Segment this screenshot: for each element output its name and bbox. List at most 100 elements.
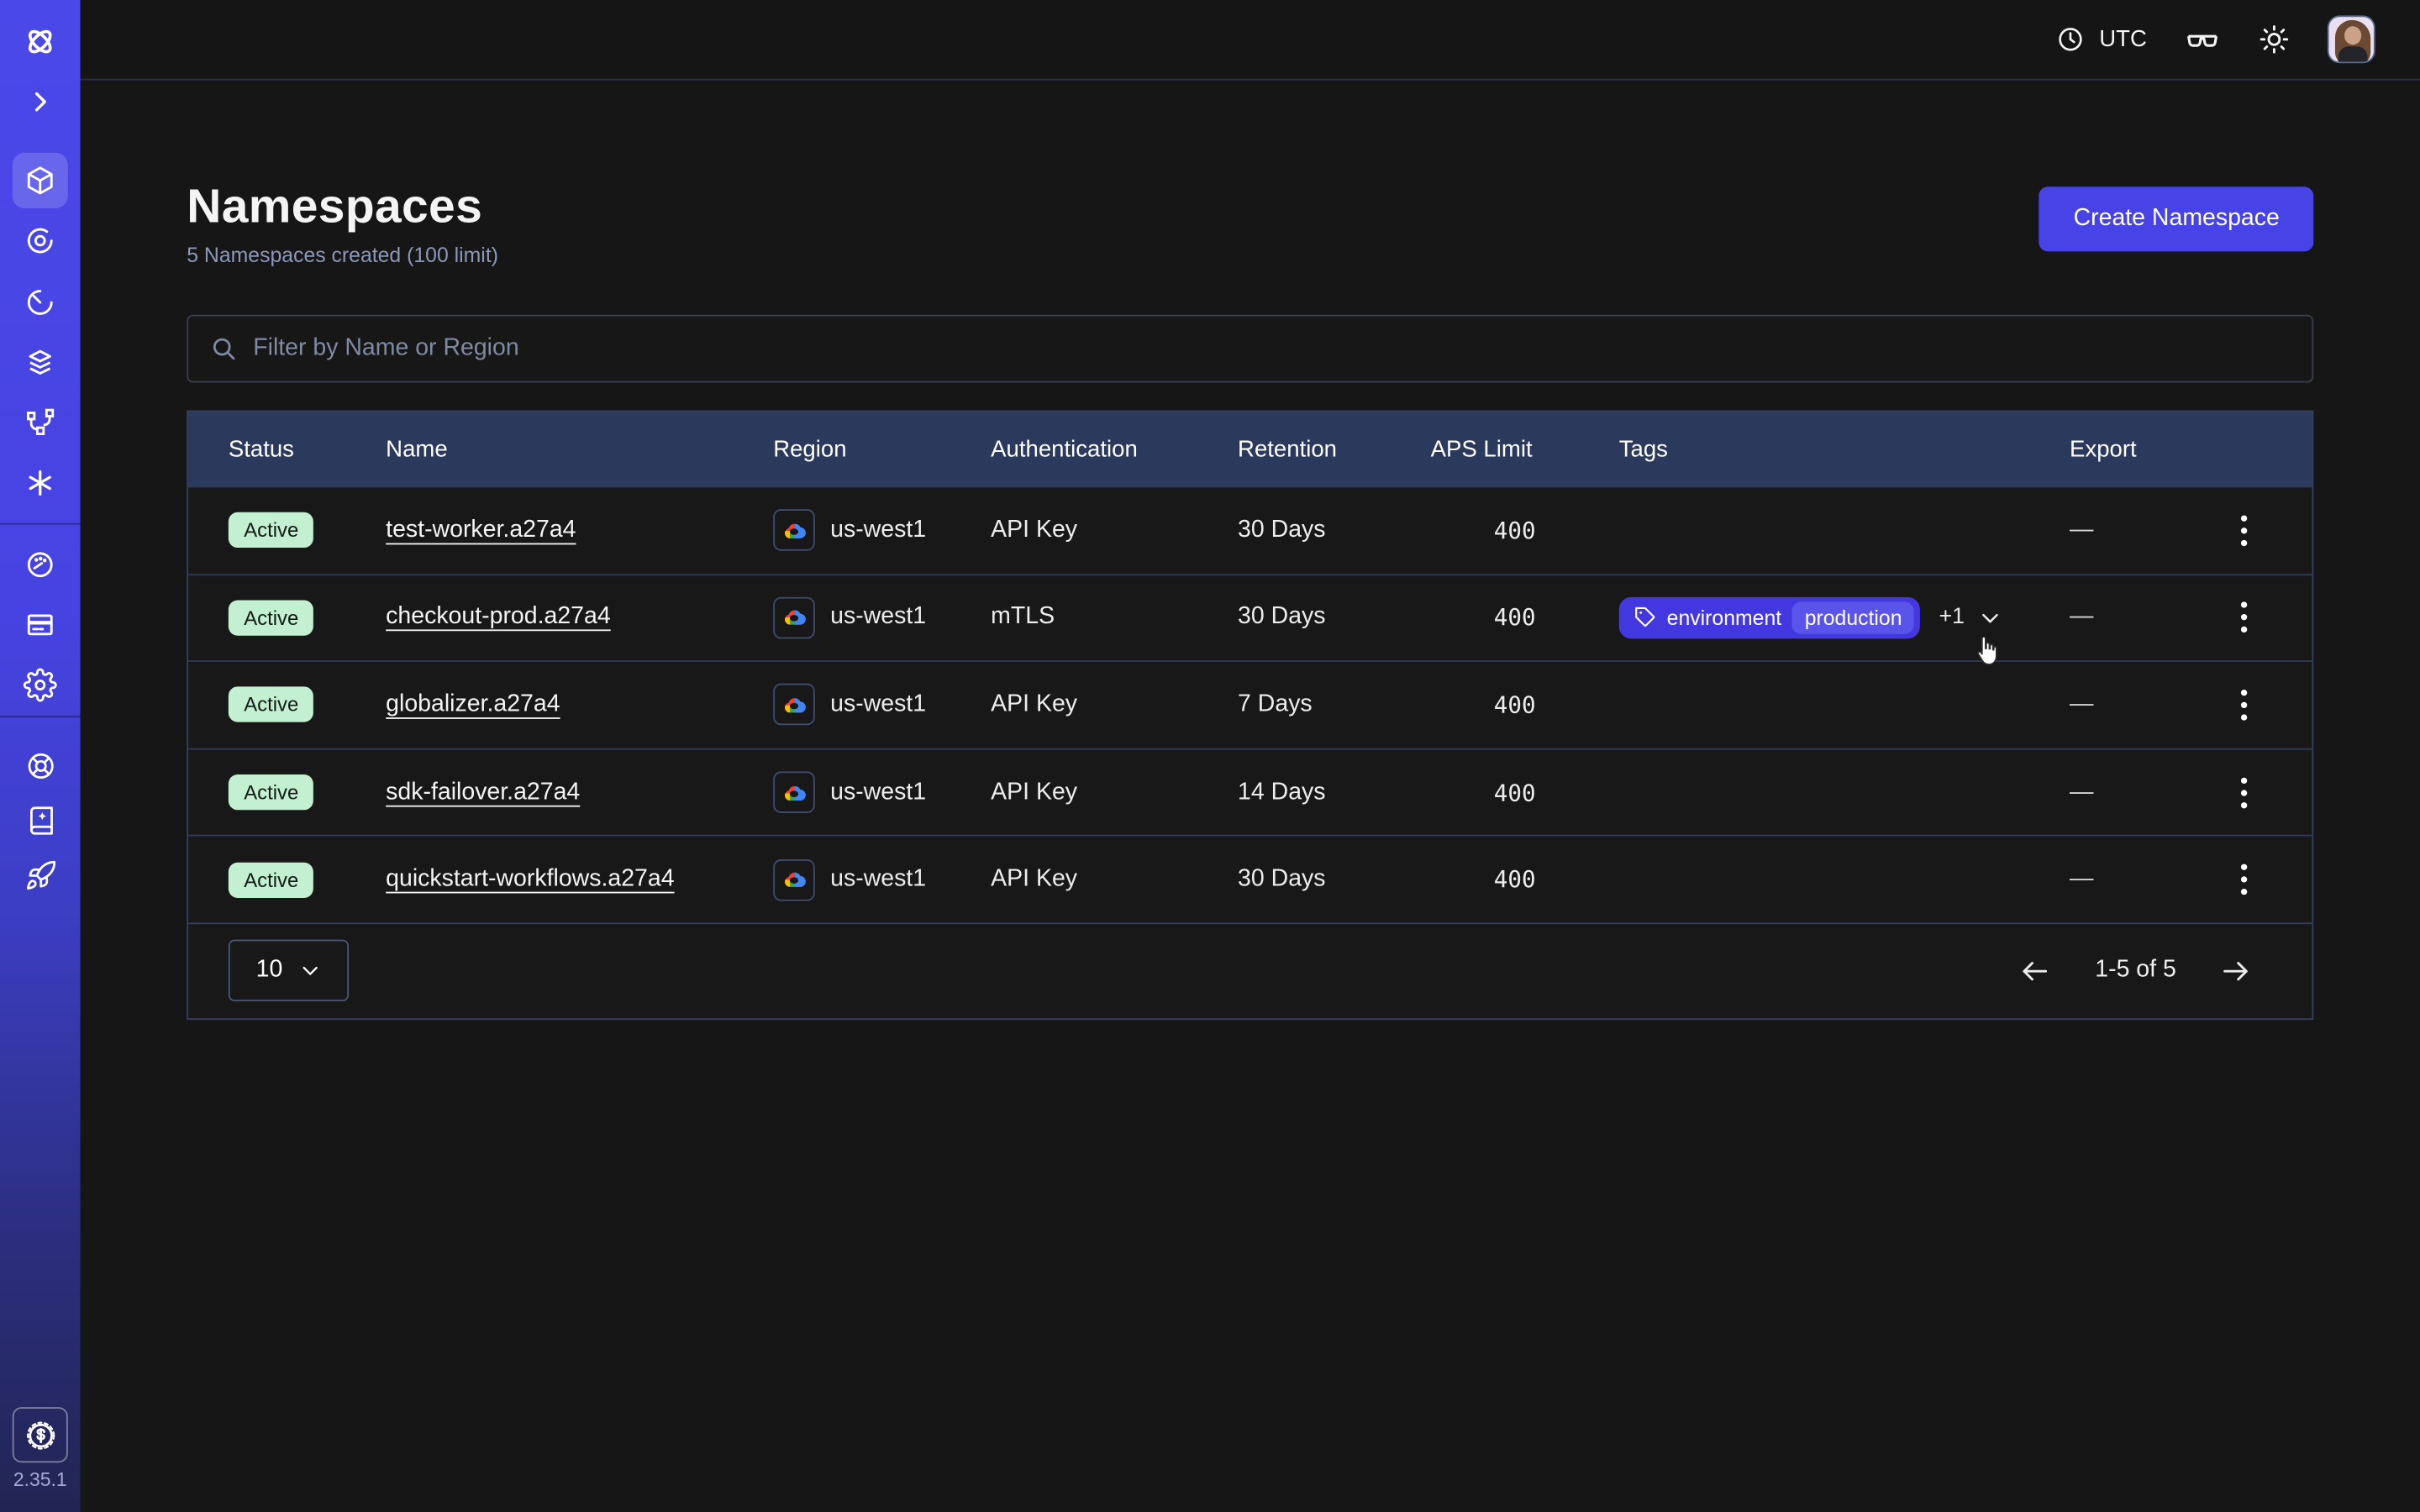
kebab-menu-icon[interactable] [2235,858,2254,901]
namespace-link[interactable]: quickstart-workflows.a27a4 [386,866,674,894]
authentication-cell: API Key [950,517,1197,544]
next-page-button[interactable] [2219,955,2252,988]
arrow-left-icon [2019,955,2052,988]
sidebar-item-deployments[interactable] [13,335,68,391]
namespace-link[interactable]: globalizer.a27a4 [386,691,560,719]
column-header-aps-limit: APS Limit [1391,436,1579,462]
sidebar-expand-button[interactable] [13,74,68,129]
search-icon [210,335,238,363]
export-value: — [2070,691,2093,719]
export-value: — [2070,866,2093,894]
table-row[interactable]: Active quickstart-workflows.a27a4 us-west1… [188,835,2312,922]
tag-icon [1634,607,1656,629]
region-label: us-west1 [830,604,926,632]
kebab-menu-icon[interactable] [2235,509,2254,552]
aps-limit-cell: 400 [1391,517,1579,544]
authentication-cell: API Key [950,866,1197,894]
cube-icon [24,164,57,197]
sidebar-divider [0,523,81,525]
topbar: UTC [81,0,2420,81]
status-cell: Active [188,774,345,810]
sidebar-item-getting-started[interactable] [13,847,68,902]
kebab-menu-icon[interactable] [2235,596,2254,639]
sidebar-item-settings[interactable] [13,657,68,712]
namespaces-table: Status Name Region Authentication Retent… [187,411,2313,1020]
status-cell: Active [188,862,345,897]
table-footer: 10 1-5 of 5 [188,922,2312,1018]
name-cell: sdk-failover.a27a4 [345,779,733,806]
namespace-link[interactable]: checkout-prod.a27a4 [386,604,611,632]
sidebar-item-namespaces[interactable] [13,153,68,208]
export-value: — [2070,604,2093,632]
page-size-value: 10 [256,958,283,985]
cloud-provider-icon-box [773,685,815,727]
column-header-export: Export [2029,436,2312,462]
create-namespace-button[interactable]: Create Namespace [2039,186,2313,251]
page-size-select[interactable]: 10 [229,940,349,1001]
name-cell: test-worker.a27a4 [345,517,733,544]
timezone-label: UTC [2099,26,2147,52]
table-row[interactable]: Active sdk-failover.a27a4 us-west1 API Key1… [188,748,2312,835]
tags-cell: environmentproduction +1 [1579,597,2029,639]
chevron-down-icon [1978,606,2002,630]
cloud-provider-icon-box [773,510,815,552]
timezone-button[interactable]: UTC [2056,24,2147,54]
retention-cell: 14 Days [1197,779,1391,806]
name-cell: globalizer.a27a4 [345,691,733,719]
labs-toggle-button[interactable] [2184,21,2221,58]
chevron-down-icon [300,960,322,982]
tag-pill[interactable]: environmentproduction [1619,597,1921,639]
sidebar-item-schedules[interactable] [13,275,68,330]
workflows-icon [24,223,57,257]
authentication-cell: API Key [950,691,1197,719]
region-cell: us-west1 [733,597,950,639]
status-badge: Active [229,862,314,897]
authentication-cell: API Key [950,779,1197,806]
sidebar-item-usage[interactable] [13,537,68,592]
tags-more-count: +1 [1939,606,1965,630]
app-window: 2.35.1 UTC Nam [0,0,2420,1512]
page-title: Namespaces [187,179,498,234]
sidebar-item-billing[interactable] [13,597,68,653]
filter-input[interactable] [253,335,2312,363]
region-cell: us-west1 [733,685,950,727]
sidebar-item-workflows[interactable] [13,213,68,268]
aps-limit-cell: 400 [1391,779,1579,806]
region-label: us-west1 [830,866,926,894]
region-label: us-west1 [830,779,926,806]
sidebar-item-nexus[interactable] [13,395,68,450]
region-label: us-west1 [830,517,926,544]
kebab-menu-icon[interactable] [2235,771,2254,814]
tags-expand-button[interactable] [1978,606,2002,630]
table-row[interactable]: Activetest-worker.a27a4us-west1API Key30… [188,486,2312,574]
region-cell: us-west1 [733,772,950,814]
retention-cell: 30 Days [1197,604,1391,632]
sidebar-item-docs[interactable] [13,791,68,847]
theme-toggle-button[interactable] [2258,24,2291,56]
book-sparkle-icon [24,803,56,836]
pricing-button[interactable] [13,1407,68,1462]
pagination: 1-5 of 5 [2019,955,2252,988]
table-row[interactable]: Activeglobalizer.a27a4us-west1API Key7 D… [188,660,2312,748]
aps-limit-cell: 400 [1391,866,1579,894]
kebab-menu-icon[interactable] [2235,684,2254,727]
previous-page-button[interactable] [2019,955,2052,988]
authentication-cell: mTLS [950,604,1197,632]
sidebar-item-support[interactable] [13,738,68,793]
tag-key: environment [1667,606,1781,630]
user-avatar[interactable] [2328,15,2375,63]
namespace-link[interactable]: test-worker.a27a4 [386,517,576,544]
sidebar-item-batch[interactable] [13,455,68,511]
glasses-icon [2184,21,2221,58]
status-badge: Active [229,774,314,810]
table-row[interactable]: Active checkout-prod.a27a4 us-west1 mTLS30 … [188,574,2312,661]
column-header-status: Status [188,436,345,462]
asterisk-icon [24,466,57,500]
sidebar: 2.35.1 [0,0,81,1512]
region-label: us-west1 [830,691,926,719]
status-badge: Active [229,600,314,635]
temporal-logo-icon[interactable] [13,14,68,70]
namespace-link[interactable]: sdk-failover.a27a4 [386,779,580,806]
column-header-name: Name [345,436,733,462]
region-cell: us-west1 [733,510,950,552]
